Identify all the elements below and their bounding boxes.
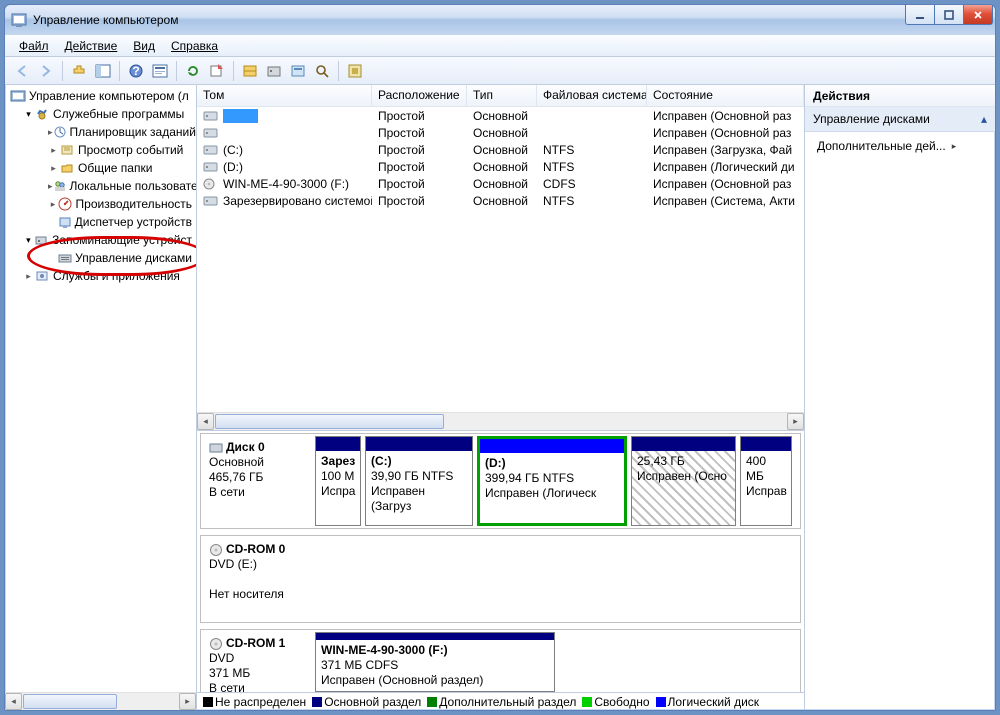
volume-row[interactable]: (C:)ПростойОсновнойNTFSИсправен (Загрузк… bbox=[197, 141, 804, 158]
volume-hscroll[interactable]: ◂ ▸ bbox=[197, 412, 804, 430]
drive-icon bbox=[203, 161, 219, 173]
disk0-type: Основной bbox=[209, 455, 307, 470]
tree-hscroll[interactable]: ◂ ▸ bbox=[5, 692, 196, 710]
back-button[interactable] bbox=[11, 60, 33, 82]
partition[interactable]: 400 МБИсправ bbox=[740, 436, 792, 526]
window-title: Управление компьютером bbox=[33, 13, 178, 27]
chevron-right-icon: ▸ bbox=[952, 141, 957, 152]
help-button[interactable]: ? bbox=[125, 60, 147, 82]
volume-list[interactable]: ПростойОсновнойИсправен (Основной разПро… bbox=[197, 107, 804, 412]
col-volume[interactable]: Том bbox=[197, 85, 372, 106]
minimize-button[interactable] bbox=[905, 5, 935, 25]
disk0-size: 465,76 ГБ bbox=[209, 470, 307, 485]
disk-map: Диск 0 Основной 465,76 ГБ В сети Зарез10… bbox=[197, 431, 804, 692]
cd-icon bbox=[203, 178, 219, 190]
export-button[interactable] bbox=[206, 60, 228, 82]
refresh-button[interactable] bbox=[182, 60, 204, 82]
tree-services[interactable]: ▸Службы и приложения bbox=[7, 267, 196, 285]
actions-title: Действия bbox=[805, 85, 995, 107]
partition-cd1[interactable]: WIN-ME-4-90-3000 (F:) 371 МБ CDFS Исправ… bbox=[315, 632, 555, 692]
tb-icon-4[interactable] bbox=[311, 60, 333, 82]
col-fs[interactable]: Файловая система bbox=[537, 85, 647, 106]
volume-row[interactable]: Зарезервировано системойПростойОсновнойN… bbox=[197, 192, 804, 209]
tb-icon-3[interactable] bbox=[287, 60, 309, 82]
partition[interactable]: (D:)399,94 ГБ NTFSИсправен (Логическ bbox=[477, 436, 627, 526]
scroll-left-button[interactable]: ◂ bbox=[5, 693, 22, 710]
col-location[interactable]: Расположение bbox=[372, 85, 467, 106]
tree-panel: Управление компьютером (л ▾ Служебные пр… bbox=[5, 85, 197, 710]
forward-button[interactable] bbox=[35, 60, 57, 82]
tree-shared-folders[interactable]: ▸Общие папки bbox=[7, 159, 196, 177]
tree-task-scheduler[interactable]: ▸Планировщик заданий bbox=[7, 123, 196, 141]
cdrom-row-0[interactable]: CD-ROM 0 DVD (E:) Нет носителя bbox=[200, 535, 801, 623]
col-state[interactable]: Состояние bbox=[647, 85, 804, 106]
center-panel: Том Расположение Тип Файловая система Со… bbox=[197, 85, 805, 710]
cd1-type: DVD bbox=[209, 651, 307, 666]
disk-row-0[interactable]: Диск 0 Основной 465,76 ГБ В сети Зарез10… bbox=[200, 433, 801, 529]
drive-icon bbox=[203, 110, 219, 122]
toolbar: ? bbox=[5, 57, 995, 85]
menu-file[interactable]: Файл bbox=[11, 36, 57, 56]
show-hide-tree-button[interactable] bbox=[92, 60, 114, 82]
drive-icon bbox=[203, 144, 219, 156]
volume-list-header[interactable]: Том Расположение Тип Файловая система Со… bbox=[197, 85, 804, 107]
properties-button[interactable] bbox=[149, 60, 171, 82]
partition[interactable]: 25,43 ГБИсправен (Осно bbox=[631, 436, 736, 526]
drive-icon bbox=[203, 195, 219, 207]
drive-icon bbox=[203, 127, 219, 139]
actions-panel: Действия Управление дисками ▴ Дополнител… bbox=[805, 85, 995, 710]
menu-view[interactable]: Вид bbox=[125, 36, 163, 56]
cdrom-row-1[interactable]: CD-ROM 1 DVD 371 МБ В сети WIN-ME-4-90-3… bbox=[200, 629, 801, 692]
cd1-status: В сети bbox=[209, 681, 307, 692]
maximize-button[interactable] bbox=[934, 5, 964, 25]
tree-disk-management[interactable]: ▸Управление дисками bbox=[7, 249, 196, 267]
svg-text:?: ? bbox=[132, 64, 139, 78]
scroll-left-button[interactable]: ◂ bbox=[197, 413, 214, 430]
tree-event-viewer[interactable]: ▸Просмотр событий bbox=[7, 141, 196, 159]
cd1-name: CD-ROM 1 bbox=[209, 636, 307, 651]
menu-help[interactable]: Справка bbox=[163, 36, 226, 56]
partition[interactable]: (C:)39,90 ГБ NTFSИсправен (Загруз bbox=[365, 436, 473, 526]
scroll-right-button[interactable]: ▸ bbox=[179, 693, 196, 710]
tree-local-users[interactable]: ▸Локальные пользовате bbox=[7, 177, 196, 195]
collapse-icon[interactable]: ▴ bbox=[981, 112, 987, 126]
legend: Не распределен Основной раздел Дополните… bbox=[197, 692, 804, 710]
tree-root[interactable]: Управление компьютером (л bbox=[7, 87, 196, 105]
close-button[interactable] bbox=[963, 5, 993, 25]
scroll-right-button[interactable]: ▸ bbox=[787, 413, 804, 430]
app-icon bbox=[11, 12, 27, 28]
menu-action[interactable]: Действие bbox=[57, 36, 126, 56]
cd1-size: 371 МБ bbox=[209, 666, 307, 681]
tree-device-manager[interactable]: ▸Диспетчер устройств bbox=[7, 213, 196, 231]
cd0-status: Нет носителя bbox=[209, 587, 307, 602]
volume-row[interactable]: WIN-ME-4-90-3000 (F:)ПростойОсновнойCDFS… bbox=[197, 175, 804, 192]
cd0-type: DVD (E:) bbox=[209, 557, 307, 572]
tree-system-tools[interactable]: ▾ Служебные программы bbox=[7, 105, 196, 123]
tree-storage[interactable]: ▾Запоминающие устройст bbox=[7, 231, 196, 249]
tb-icon-2[interactable] bbox=[263, 60, 285, 82]
tb-icon-1[interactable] bbox=[239, 60, 261, 82]
tb-icon-5[interactable] bbox=[344, 60, 366, 82]
volume-row[interactable]: ПростойОсновнойИсправен (Основной раз bbox=[197, 107, 804, 124]
actions-more[interactable]: Дополнительные дей... ▸ bbox=[805, 132, 995, 160]
actions-section[interactable]: Управление дисками ▴ bbox=[805, 107, 995, 132]
disk0-status: В сети bbox=[209, 485, 307, 500]
volume-row[interactable]: ПростойОсновнойИсправен (Основной раз bbox=[197, 124, 804, 141]
partition[interactable]: Зарез100 МИспра bbox=[315, 436, 361, 526]
cd0-name: CD-ROM 0 bbox=[209, 542, 307, 557]
disk0-name: Диск 0 bbox=[209, 440, 307, 455]
volume-row[interactable]: (D:)ПростойОсновнойNTFSИсправен (Логичес… bbox=[197, 158, 804, 175]
up-button[interactable] bbox=[68, 60, 90, 82]
titlebar[interactable]: Управление компьютером bbox=[5, 5, 995, 35]
tree-performance[interactable]: ▸Производительность bbox=[7, 195, 196, 213]
menubar: Файл Действие Вид Справка bbox=[5, 35, 995, 57]
col-type[interactable]: Тип bbox=[467, 85, 537, 106]
